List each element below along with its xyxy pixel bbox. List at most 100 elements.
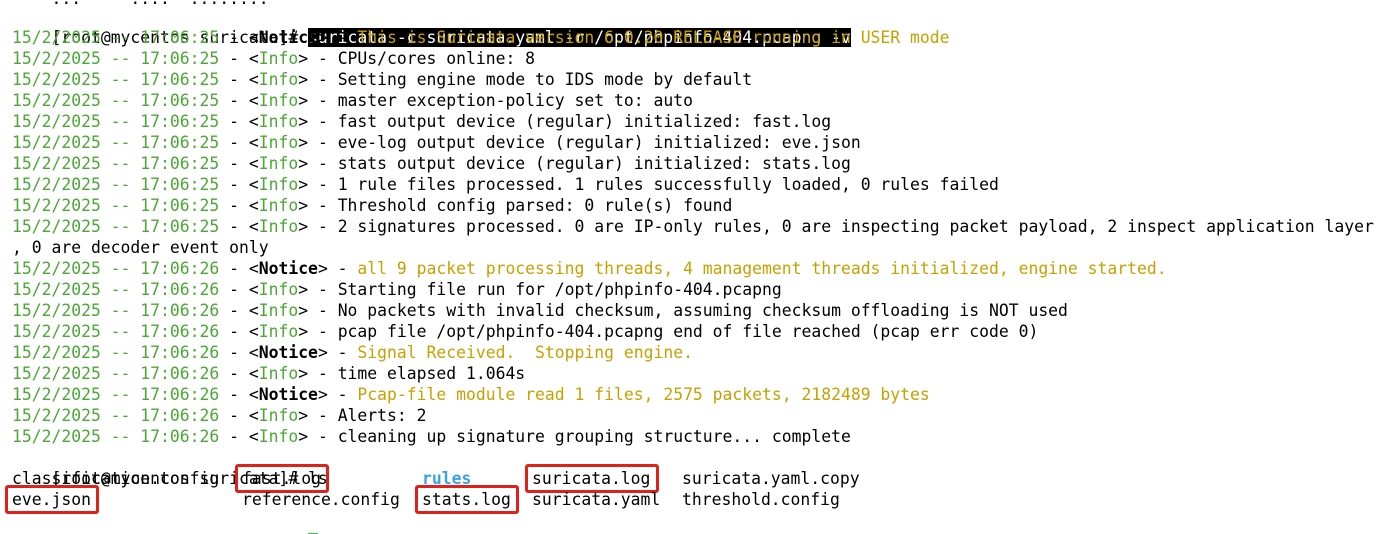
log-separator: - xyxy=(308,280,338,299)
log-message: pcap file /opt/phpinfo-404.pcapng end of… xyxy=(337,322,1039,341)
log-message: stats output device (regular) initialize… xyxy=(337,154,851,173)
log-line: 15/2/2025 -- 17:06:25 - <Info> - 2 signa… xyxy=(12,216,1374,237)
terminal-window[interactable]: ... .... ........ [root@mycentos suricat… xyxy=(0,0,1400,534)
log-separator: - xyxy=(308,406,338,425)
level-close-bracket: > xyxy=(298,301,309,320)
log-separator: - xyxy=(219,28,249,47)
log-line: 15/2/2025 -- 17:06:25 - <Info> - Setting… xyxy=(12,69,752,90)
log-level: Info xyxy=(258,175,299,194)
level-close-bracket: > xyxy=(298,364,309,383)
log-separator: - xyxy=(327,343,358,362)
level-close-bracket: > xyxy=(298,217,309,236)
log-separator: - xyxy=(219,364,249,383)
log-message: Starting file run for /opt/phpinfo-404.p… xyxy=(337,280,782,299)
log-message: No packets with invalid checksum, assumi… xyxy=(337,301,1068,320)
level-close-bracket: > xyxy=(298,406,309,425)
log-line: 15/2/2025 -- 17:06:25 - <Info> - Thresho… xyxy=(12,195,732,216)
log-message: master exception-policy set to: auto xyxy=(337,91,693,110)
ls-file: fast.log xyxy=(242,469,321,488)
log-timestamp: 15/2/2025 -- 17:06:26 xyxy=(12,259,220,278)
log-level: Info xyxy=(258,280,299,299)
level-close-bracket: > xyxy=(317,259,328,278)
log-timestamp: 15/2/2025 -- 17:06:26 xyxy=(12,322,220,341)
log-message: 1 rule files processed. 1 rules successf… xyxy=(337,175,999,194)
log-line: 15/2/2025 -- 17:06:26 - <Notice> - Pcap-… xyxy=(12,384,930,405)
log-message: CPUs/cores online: 8 xyxy=(337,49,536,68)
log-message: This is Suricata version 6.0.20 RELEASE … xyxy=(357,28,950,47)
log-separator: - xyxy=(308,364,338,383)
log-timestamp: 15/2/2025 -- 17:06:26 xyxy=(12,406,220,425)
log-separator: - xyxy=(327,385,358,404)
log-separator: - xyxy=(219,133,249,152)
level-open-bracket: < xyxy=(248,196,259,215)
log-separator: - xyxy=(308,217,338,236)
log-separator: - xyxy=(308,70,338,89)
log-separator: - xyxy=(219,154,249,173)
log-separator: - xyxy=(219,280,249,299)
log-timestamp: 15/2/2025 -- 17:06:26 xyxy=(12,385,220,404)
level-open-bracket: < xyxy=(248,133,259,152)
level-close-bracket: > xyxy=(298,154,309,173)
log-timestamp: 15/2/2025 -- 17:06:25 xyxy=(12,91,220,110)
level-close-bracket: > xyxy=(298,196,309,215)
log-level: Info xyxy=(258,70,299,89)
level-close-bracket: > xyxy=(298,427,309,446)
level-open-bracket: < xyxy=(248,322,259,341)
log-level: Info xyxy=(258,49,299,68)
log-level: Info xyxy=(258,154,299,173)
log-separator: - xyxy=(219,49,249,68)
log-separator: - xyxy=(219,427,249,446)
level-open-bracket: < xyxy=(248,217,259,236)
level-open-bracket: < xyxy=(248,49,259,68)
level-open-bracket: < xyxy=(248,112,259,131)
level-open-bracket: < xyxy=(248,28,259,47)
log-separator: - xyxy=(219,406,249,425)
final-prompt-line: [root@mycentos suricata]# xyxy=(12,510,319,534)
log-line: 15/2/2025 -- 17:06:26 - <Info> - Alerts:… xyxy=(12,405,427,426)
log-line: 15/2/2025 -- 17:06:25 - <Info> - fast ou… xyxy=(12,111,831,132)
level-close-bracket: > xyxy=(298,280,309,299)
log-line: 15/2/2025 -- 17:06:26 - <Info> - No pack… xyxy=(12,300,1068,321)
log-separator: - xyxy=(327,259,358,278)
log-separator: - xyxy=(219,217,249,236)
log-line: 15/2/2025 -- 17:06:25 - <Info> - eve-log… xyxy=(12,132,861,153)
log-message: cleaning up signature grouping structure… xyxy=(337,427,851,446)
ls-file: suricata.yaml.copy xyxy=(682,469,860,488)
log-separator: - xyxy=(308,322,338,341)
log-timestamp: 15/2/2025 -- 17:06:25 xyxy=(12,196,220,215)
log-separator: - xyxy=(308,91,338,110)
log-level: Notice xyxy=(258,259,318,278)
log-line-continuation: , 0 are decoder event only xyxy=(12,238,269,257)
log-timestamp: 15/2/2025 -- 17:06:25 xyxy=(12,49,220,68)
log-timestamp: 15/2/2025 -- 17:06:26 xyxy=(12,364,220,383)
level-open-bracket: < xyxy=(248,175,259,194)
log-separator: - xyxy=(308,133,338,152)
level-open-bracket: < xyxy=(248,259,259,278)
log-line: 15/2/2025 -- 17:06:26 - <Info> - Startin… xyxy=(12,279,782,300)
log-level: Info xyxy=(258,196,299,215)
log-message: Pcap-file module read 1 files, 2575 pack… xyxy=(357,385,930,404)
log-timestamp: 15/2/2025 -- 17:06:25 xyxy=(12,175,220,194)
ls-file: classification.config xyxy=(12,469,220,488)
log-separator: - xyxy=(219,70,249,89)
log-line: 15/2/2025 -- 17:06:26 - <Info> - cleanin… xyxy=(12,426,851,447)
level-close-bracket: > xyxy=(298,133,309,152)
log-separator: - xyxy=(219,196,249,215)
log-line: 15/2/2025 -- 17:06:26 - <Notice> - all 9… xyxy=(12,258,1167,279)
log-level: Info xyxy=(258,112,299,131)
log-line: 15/2/2025 -- 17:06:25 - <Info> - CPUs/co… xyxy=(12,48,535,69)
log-level: Notice xyxy=(258,385,318,404)
ls-file: eve.json xyxy=(12,490,91,509)
log-line: 15/2/2025 -- 17:06:25 - <Info> - 1 rule … xyxy=(12,174,999,195)
log-separator: - xyxy=(308,196,338,215)
level-close-bracket: > xyxy=(298,91,309,110)
ls-file: threshold.config xyxy=(682,490,840,509)
log-separator: - xyxy=(308,112,338,131)
log-timestamp: 15/2/2025 -- 17:06:26 xyxy=(12,280,220,299)
log-timestamp: 15/2/2025 -- 17:06:25 xyxy=(12,28,220,47)
command-line: [root@mycentos suricata]# suricata -c su… xyxy=(12,6,851,47)
log-level: Notice xyxy=(258,343,318,362)
log-separator: - xyxy=(308,49,338,68)
ls-directory: rules xyxy=(422,469,472,488)
log-separator: - xyxy=(308,175,338,194)
